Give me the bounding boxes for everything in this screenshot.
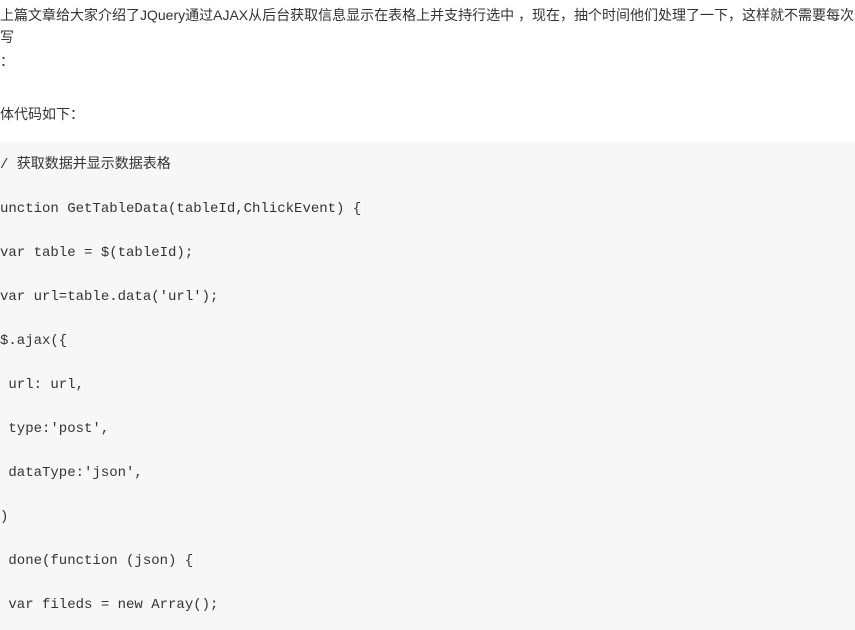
code-line: var fileds = new Array(); [0,598,855,612]
code-line: $.ajax({ [0,334,855,348]
intro-line-2: ： [0,50,855,72]
code-line: var url=table.data('url'); [0,290,855,304]
code-block: / 获取数据并显示数据表格 unction GetTableData(table… [0,142,855,630]
code-line: url: url, [0,378,855,392]
code-line: ) [0,510,855,524]
code-line: / 获取数据并显示数据表格 [0,158,855,172]
code-line: unction GetTableData(tableId,ChlickEvent… [0,202,855,216]
code-line: dataType:'json', [0,466,855,480]
code-line: var table = $(tableId); [0,246,855,260]
intro-line-1: 上篇文章给大家介绍了JQuery通过AJAX从后台获取信息显示在表格上并支持行选… [0,4,855,48]
code-line: type:'post', [0,422,855,436]
article-intro: 上篇文章给大家介绍了JQuery通过AJAX从后台获取信息显示在表格上并支持行选… [0,0,855,72]
code-heading: 体代码如下： [0,104,855,124]
code-line: done(function (json) { [0,554,855,568]
